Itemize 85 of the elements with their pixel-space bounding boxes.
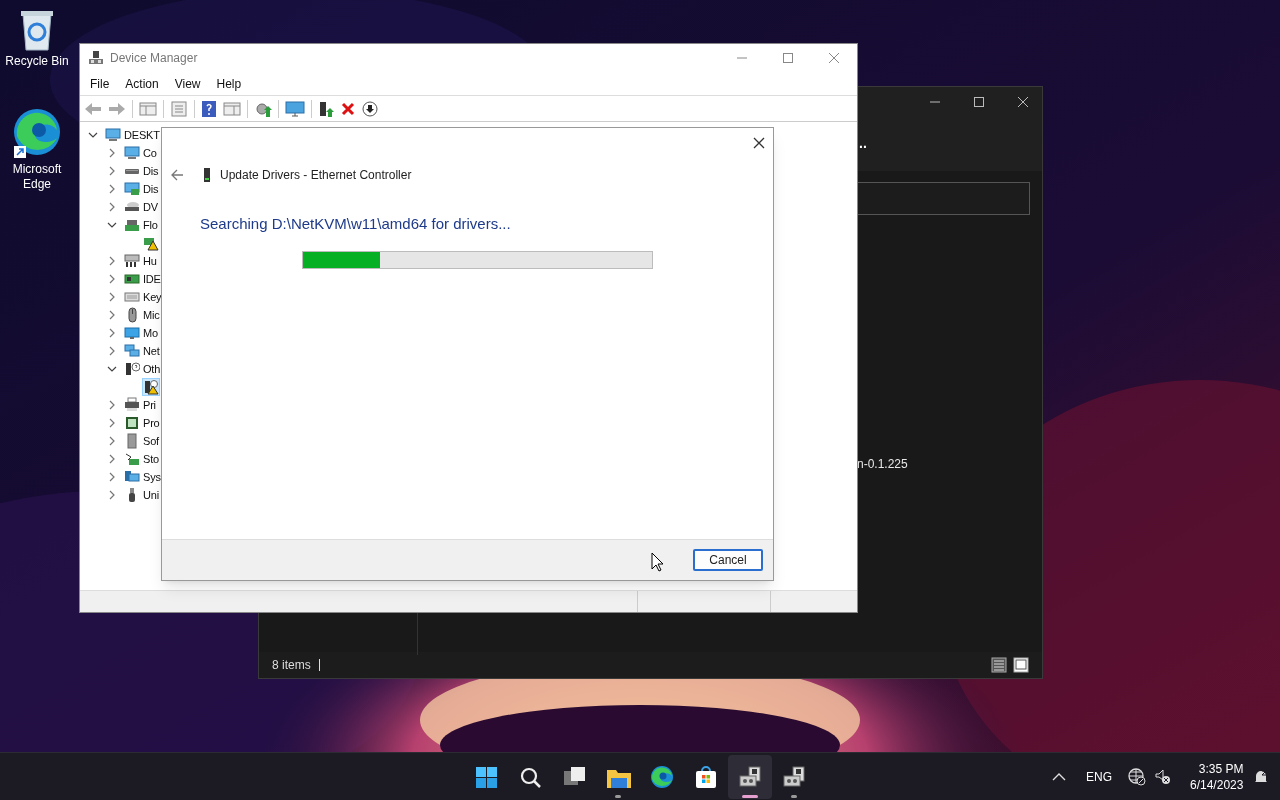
software-device-icon	[124, 433, 140, 449]
device-manager-icon	[88, 50, 104, 66]
close-icon[interactable]	[752, 136, 766, 150]
tree-item-label[interactable]: Key	[143, 288, 161, 306]
ethernet-device-icon	[202, 168, 212, 182]
maximize-icon[interactable]	[972, 95, 986, 109]
file-name: n-0.1.225	[857, 456, 908, 473]
network-icon	[124, 343, 140, 359]
desktop-icon-label[interactable]: Microsoft Edge	[2, 162, 72, 192]
chevron-up-icon[interactable]	[1052, 772, 1066, 782]
cancel-button[interactable]: Cancel	[693, 549, 763, 571]
tree-item-label[interactable]: Pro	[143, 414, 160, 432]
tree-item-label[interactable]: Mic	[143, 306, 160, 324]
controller-card-icon	[124, 217, 140, 233]
tree-item-label[interactable]: IDE	[143, 270, 161, 288]
scan-monitor-icon[interactable]	[285, 100, 305, 117]
tree-item-label[interactable]: Mo	[143, 324, 158, 342]
help-icon[interactable]	[201, 100, 217, 117]
tree-item-label[interactable]: Hu	[143, 252, 157, 270]
menu-item[interactable]: File	[82, 74, 118, 93]
uninstall-icon[interactable]	[340, 100, 356, 117]
taskbar-button[interactable]	[728, 755, 772, 799]
tree-item-label[interactable]: Uni	[143, 486, 159, 504]
controller-card-icon	[124, 271, 140, 287]
input-device-icon	[124, 253, 140, 269]
tree-item-label[interactable]: Flo	[143, 216, 158, 234]
tree-item-label[interactable]: Sof	[143, 432, 159, 450]
mouse-cursor-icon	[651, 552, 663, 572]
display-adapter-icon	[124, 181, 140, 197]
setup-program-icon	[781, 764, 807, 790]
store-icon	[693, 764, 719, 790]
tree-item-label[interactable]: Dis	[143, 162, 159, 180]
storage-controller-icon	[124, 451, 140, 467]
desktop-icon-label[interactable]: Recycle Bin	[5, 54, 69, 69]
menu-item[interactable]: View	[166, 74, 209, 93]
processor-icon	[124, 415, 140, 431]
search-field[interactable]	[857, 182, 1030, 215]
title-text: ..	[859, 134, 867, 153]
setup-program-icon	[737, 764, 763, 790]
tree-item-label[interactable]: Sto	[143, 450, 159, 468]
action-pane-icon[interactable]	[223, 100, 241, 117]
forward-arrow-icon[interactable]	[108, 100, 126, 117]
printer-icon	[124, 397, 140, 413]
download-icon[interactable]	[362, 100, 378, 117]
notification-bell-icon[interactable]	[1253, 769, 1270, 785]
back-arrow-icon[interactable]	[170, 168, 184, 182]
tree-item[interactable]	[143, 379, 159, 395]
menu-item[interactable]: Action	[117, 74, 167, 93]
tree-item-label[interactable]: DV	[143, 198, 158, 216]
edge-icon	[649, 764, 675, 790]
status-message: Searching D:\NetKVM\w11\amd64 for drivers...	[200, 214, 511, 234]
tree-item[interactable]	[143, 235, 159, 251]
details-view-icon[interactable]	[991, 657, 1007, 673]
warning-device-icon	[143, 235, 159, 251]
console-tree-icon[interactable]	[139, 100, 157, 117]
close-icon[interactable]	[1016, 95, 1030, 109]
tree-item-label[interactable]: Pri	[143, 396, 156, 414]
back-arrow-icon[interactable]	[84, 100, 102, 117]
tree-item-label[interactable]: Co	[143, 144, 157, 162]
unknown-device-icon	[124, 361, 140, 377]
tree-item-label[interactable]: Oth	[143, 360, 161, 378]
keyboard-icon	[124, 289, 140, 305]
window-title: Device Manager	[110, 50, 198, 67]
tree-item-label[interactable]: Net	[143, 342, 160, 360]
dialog-title: Update Drivers - Ethernet Controller	[220, 167, 412, 184]
system-device-icon	[124, 469, 140, 485]
tree-item-label[interactable]: DESKT	[124, 126, 160, 144]
speaker-muted-icon[interactable]	[1154, 768, 1172, 786]
start-icon	[473, 764, 499, 790]
tiles-view-icon[interactable]	[1013, 657, 1029, 673]
computer-icon	[105, 127, 121, 143]
monitor-icon	[124, 325, 140, 341]
edge-icon	[13, 108, 61, 160]
computer-icon	[124, 145, 140, 161]
tree-item-label[interactable]: Sys	[143, 468, 161, 486]
warning-device-icon	[143, 379, 159, 395]
globe-icon[interactable]	[1128, 768, 1146, 786]
update-driver-icon[interactable]	[254, 100, 272, 117]
menu-item[interactable]: Help	[208, 74, 250, 93]
add-device-icon[interactable]	[318, 100, 334, 117]
clock-time[interactable]: 3:35 PM	[1198, 761, 1244, 777]
status-text: 8 items	[272, 657, 311, 674]
tree-item-label[interactable]: Dis	[143, 180, 159, 198]
clock-date[interactable]: 6/14/2023	[1190, 777, 1244, 793]
language-indicator[interactable]: ENG	[1086, 768, 1112, 786]
